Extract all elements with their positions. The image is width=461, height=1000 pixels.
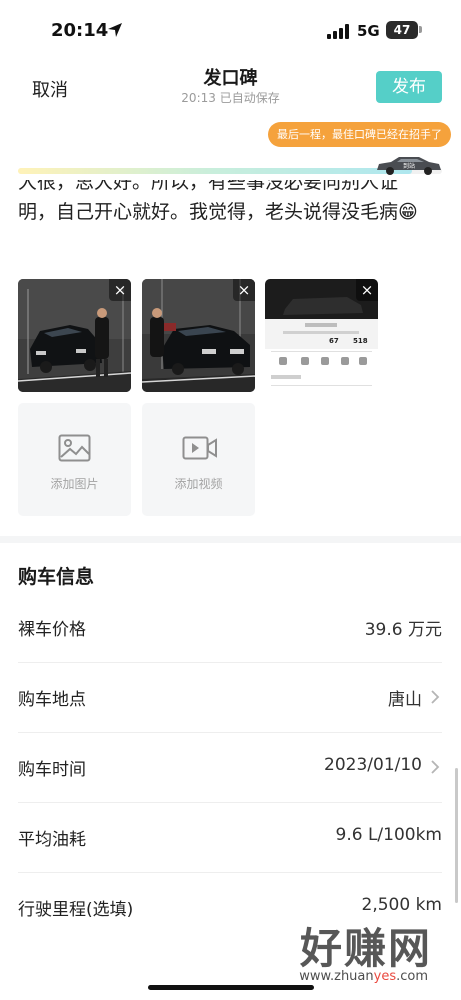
row-location[interactable]: 购车地点 唐山: [18, 663, 442, 733]
fuel-label: 平均油耗: [18, 830, 86, 850]
network-type: 5G: [357, 22, 380, 40]
status-time: 20:14: [51, 20, 109, 41]
watermark-url: www.zhuanyes.com: [299, 969, 428, 984]
chevron-right-icon: [431, 760, 440, 774]
watermark-url-highlight: yes: [373, 969, 397, 984]
signal-icon: [327, 24, 349, 39]
remove-photo-3-button[interactable]: ×: [356, 279, 378, 301]
location-label: 购车地点: [18, 690, 86, 710]
car-label: 到站: [403, 162, 415, 170]
image-icon: [58, 434, 91, 462]
purchase-info-title: 购车信息: [18, 566, 95, 588]
screenshot-range: 518: [353, 337, 368, 345]
fuel-value[interactable]: 9.6 L/100km: [336, 825, 443, 845]
price-label: 裸车价格: [18, 620, 86, 640]
review-body-text[interactable]: 大很，思大好。所以，有些事没必要向别人证 明，自己开心就好。我觉得，老头说得没毛…: [18, 180, 443, 238]
add-video-label: 添加视频: [174, 477, 223, 491]
watermark-logo-text: 好赚网: [299, 924, 432, 973]
review-text-line-2: 明，自己开心就好。我觉得，老头说得没毛病😁: [18, 201, 418, 223]
mileage-value[interactable]: 2,500 km: [362, 895, 442, 915]
photo-thumbnail-1[interactable]: ×: [18, 279, 131, 392]
row-fuel[interactable]: 平均油耗 9.6 L/100km: [18, 803, 442, 873]
video-icon: [182, 436, 217, 460]
row-price[interactable]: 裸车价格 39.6 万元: [18, 593, 442, 663]
car-icon: 到站: [377, 157, 441, 175]
progress-fill: [18, 168, 413, 174]
date-value: 2023/01/10: [324, 755, 422, 775]
section-divider: [0, 536, 461, 543]
location-arrow-icon: [108, 23, 122, 37]
location-value: 唐山: [388, 690, 422, 710]
watermark: 好赚网 www.zhuanyes.com: [250, 915, 450, 990]
mileage-label: 行驶里程(选填): [18, 900, 134, 920]
status-bar: 20:14 5G 47: [0, 0, 461, 60]
chevron-right-icon: [431, 690, 440, 704]
remove-photo-2-button[interactable]: ×: [233, 279, 255, 301]
screenshot-percent: 67: [329, 337, 339, 345]
add-video-button[interactable]: 添加视频: [142, 403, 255, 516]
publish-button[interactable]: 发布: [376, 71, 442, 103]
watermark-url-post: .com: [396, 969, 428, 984]
home-indicator[interactable]: [148, 985, 314, 990]
photo-thumbnail-2[interactable]: ×: [142, 279, 255, 392]
date-label: 购车时间: [18, 760, 86, 780]
add-image-button[interactable]: 添加图片: [18, 403, 131, 516]
row-date[interactable]: 购车时间 2023/01/10: [18, 733, 442, 803]
review-text-line-1: 大很，思大好。所以，有些事没必要向别人证: [18, 180, 399, 193]
scrollbar[interactable]: [455, 768, 458, 903]
add-image-label: 添加图片: [50, 477, 99, 491]
photo-thumbnail-3[interactable]: 67 518 ×: [265, 279, 378, 392]
progress-tip-bubble: 最后一程，最佳口碑已经在招手了: [268, 122, 451, 147]
remove-photo-1-button[interactable]: ×: [109, 279, 131, 301]
watermark-url-pre: www.zhuan: [299, 969, 374, 984]
battery-cap: [419, 26, 422, 33]
battery-icon: 47: [386, 21, 418, 39]
price-value[interactable]: 39.6 万元: [365, 615, 442, 640]
